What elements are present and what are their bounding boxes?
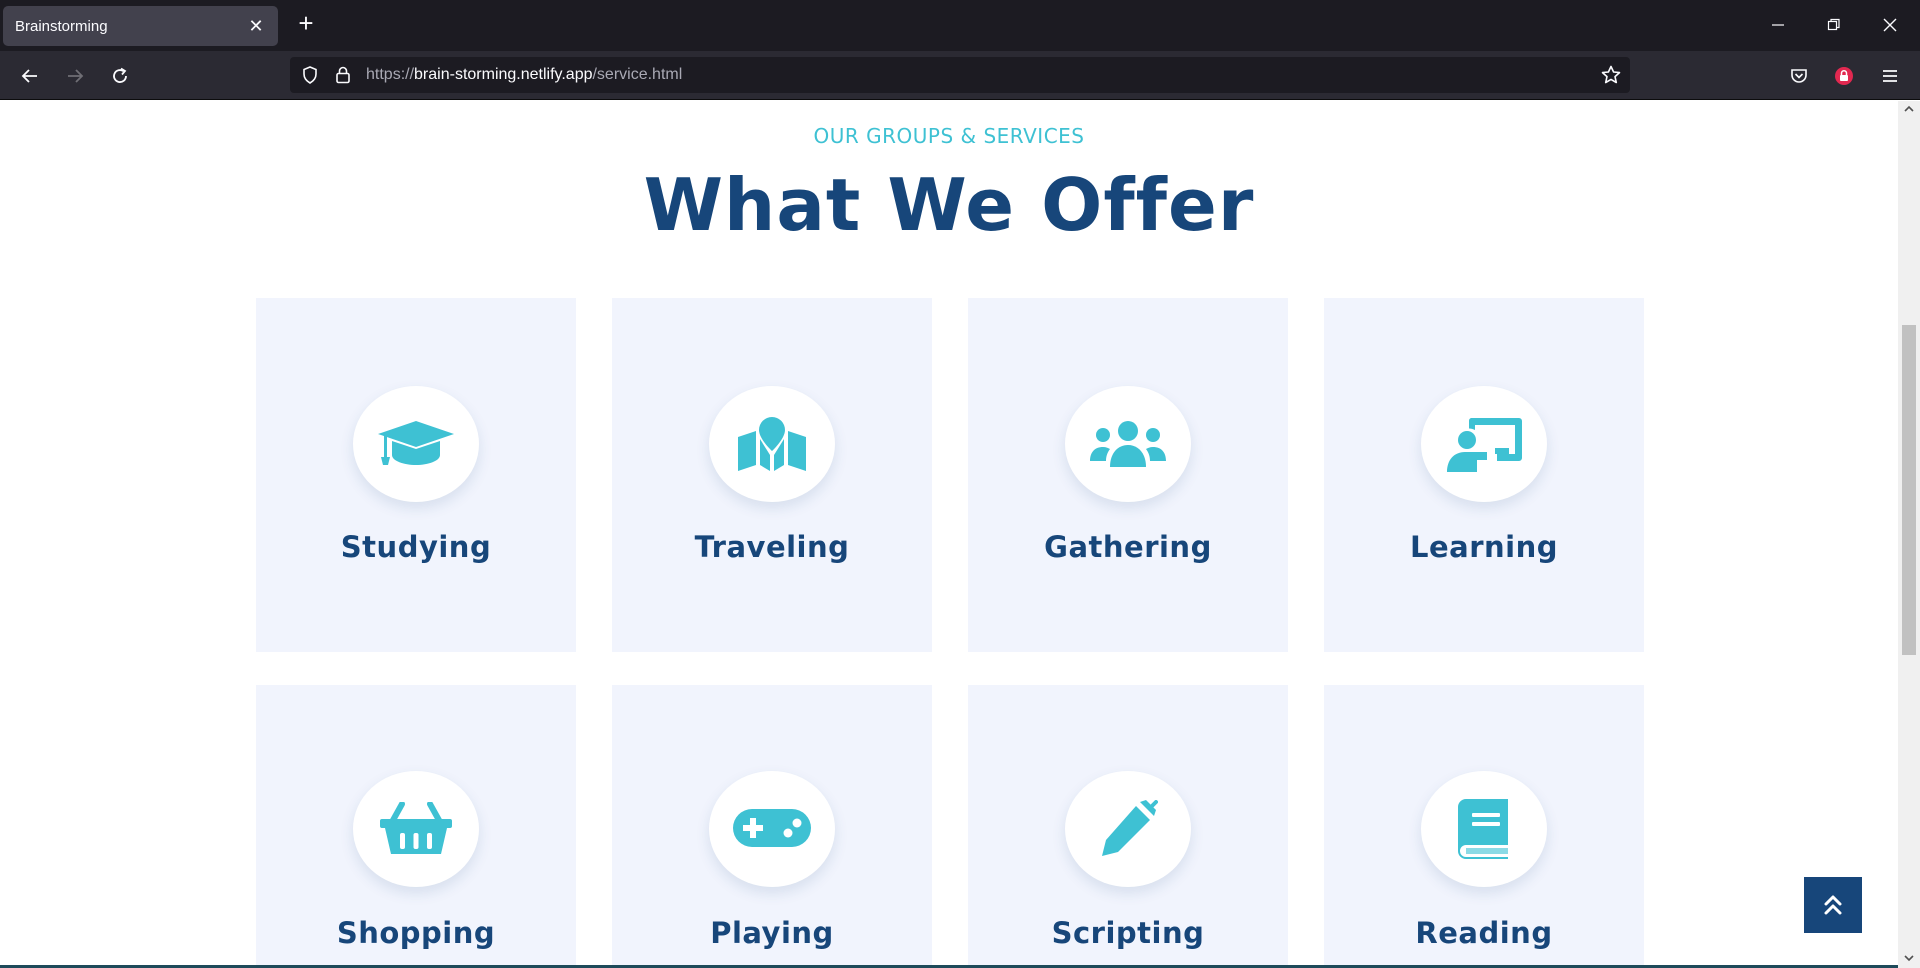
service-label: Playing [710,916,834,950]
service-label: Reading [1415,916,1553,950]
icon-circle [353,386,479,502]
chalkboard-teacher-icon [1447,418,1522,472]
users-icon [1090,421,1166,467]
close-tab-icon[interactable]: ✕ [246,17,266,35]
reload-icon[interactable] [105,61,135,91]
icon-circle [709,386,835,502]
shield-icon[interactable] [300,65,320,90]
scroll-to-top-button[interactable] [1804,877,1862,933]
address-bar[interactable]: https://brain-storming.netlify.app/servi… [290,57,1630,93]
navigation-toolbar: https://brain-storming.netlify.app/servi… [0,51,1920,100]
icon-circle [353,771,479,887]
scroll-down-arrow-icon[interactable] [1903,953,1915,965]
scroll-up-arrow-icon[interactable] [1903,104,1915,116]
service-card-traveling[interactable]: Traveling [612,298,932,652]
bookmark-star-icon[interactable] [1600,64,1622,91]
gamepad-icon [733,809,811,847]
section-kicker: OUR GROUPS & SERVICES [813,124,1085,148]
tab-title: Brainstorming [15,17,108,35]
service-label: Shopping [336,916,496,950]
double-chevron-up-icon [1824,895,1842,915]
service-card-playing[interactable]: Playing [612,685,932,968]
url-text[interactable]: https://brain-storming.netlify.app/servi… [366,66,682,84]
icon-circle [709,771,835,887]
forward-arrow-icon[interactable] [60,61,90,91]
tab-strip: Brainstorming ✕ + [0,0,1920,51]
back-arrow-icon[interactable] [15,61,45,91]
service-label: Learning [1409,530,1558,564]
close-window-icon[interactable] [1872,12,1908,38]
service-card-shopping[interactable]: Shopping [256,685,576,968]
book-icon [1458,799,1508,859]
new-tab-icon[interactable]: + [294,10,318,36]
extension-lock-icon[interactable] [1829,61,1859,91]
icon-circle [1421,771,1547,887]
service-label: Studying [340,530,492,564]
map-location-icon [738,417,806,471]
tab-brainstorming[interactable]: Brainstorming ✕ [3,6,278,46]
service-card-studying[interactable]: Studying [256,298,576,652]
icon-circle [1421,386,1547,502]
pocket-icon[interactable] [1784,61,1814,91]
service-label: Gathering [1044,530,1212,564]
service-label: Traveling [694,530,850,564]
vertical-scrollbar[interactable] [1898,101,1920,968]
restore-icon[interactable] [1816,12,1852,38]
minimize-icon[interactable] [1760,12,1796,38]
service-label: Scripting [1051,916,1205,950]
lock-icon[interactable] [334,65,352,90]
page-title: What We Offer [643,163,1255,247]
pen-icon [1102,800,1158,856]
service-card-gathering[interactable]: Gathering [968,298,1288,652]
service-card-reading[interactable]: Reading [1324,685,1644,968]
page-content: OUR GROUPS & SERVICES What We Offer Stud… [0,101,1898,968]
icon-circle [1065,771,1191,887]
shopping-basket-icon [380,802,452,854]
hamburger-menu-icon[interactable] [1875,61,1905,91]
service-card-learning[interactable]: Learning [1324,298,1644,652]
scrollbar-thumb[interactable] [1902,325,1916,655]
graduation-cap-icon [378,421,454,465]
service-card-scripting[interactable]: Scripting [968,685,1288,968]
icon-circle [1065,386,1191,502]
